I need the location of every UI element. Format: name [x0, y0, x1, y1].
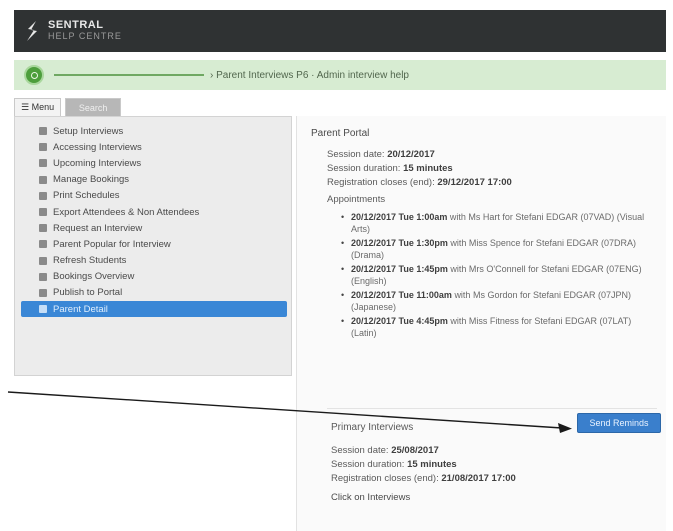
session-card: Session date: 20/12/2017 Session duratio… [327, 148, 657, 341]
page-icon [39, 143, 47, 152]
sidebar-item-label: Bookings Overview [53, 271, 135, 283]
registration-closes: Registration closes (end): 29/12/2017 17… [327, 177, 512, 188]
page-title: Parent Portal [311, 128, 370, 139]
page-icon [39, 224, 47, 233]
appointment-item: 20/12/2017 Tue 1:00am with Ms Hart for S… [341, 211, 657, 235]
app-header: SENTRAL HELP CENTRE [14, 10, 666, 52]
page-icon [39, 240, 47, 249]
brand-subtitle: HELP CENTRE [48, 31, 122, 41]
sidebar-item-label: Print Schedules [53, 190, 120, 202]
registration-closes: Registration closes (end): 21/08/2017 17… [331, 473, 516, 484]
sidebar-item-publish-to-portal[interactable]: Publish to Portal [21, 285, 287, 301]
sidebar-item-export-attendees[interactable]: Export Attendees & Non Attendees [21, 204, 287, 220]
breadcrumb: › Parent Interviews P6 · Admin interview… [14, 60, 666, 90]
page-icon [39, 272, 47, 281]
sidebar-item-label: Parent Popular for Interview [53, 238, 171, 250]
brand: SENTRAL HELP CENTRE [48, 20, 122, 42]
sidebar-item-manage-bookings[interactable]: Manage Bookings [21, 172, 287, 188]
click-on-interviews-title: Click on Interviews [331, 492, 411, 503]
home-icon[interactable] [24, 65, 44, 85]
appointments-heading: Appointments [327, 194, 386, 205]
sidebar-item-label: Manage Bookings [53, 174, 130, 186]
divider [327, 408, 657, 409]
breadcrumb-current: › Parent Interviews P6 · Admin interview… [210, 69, 409, 81]
primary-session-card: Session date: 25/08/2017 Session duratio… [331, 444, 516, 486]
sidebar-item-bookings-overview[interactable]: Bookings Overview [21, 269, 287, 285]
sidebar-item-label: Export Attendees & Non Attendees [53, 206, 200, 218]
sidebar-item-label: Parent Detail [53, 303, 108, 315]
session-duration: Session duration: 15 minutes [327, 163, 453, 174]
sidebar-item-parent-popular[interactable]: Parent Popular for Interview [21, 236, 287, 252]
sidebar-item-label: Request an Interview [53, 222, 143, 234]
sidebar-item-parent-detail[interactable]: Parent Detail [21, 301, 287, 318]
sidebar-item-label: Accessing Interviews [53, 141, 142, 153]
send-reminders-button[interactable]: Send Reminds [577, 413, 661, 433]
tab-menu[interactable]: ☰ Menu [14, 98, 62, 116]
appointment-item: 20/12/2017 Tue 4:45pm with Miss Fitness … [341, 315, 657, 339]
main-content: Parent Portal Session date: 20/12/2017 S… [296, 116, 666, 531]
primary-interviews-title: Primary Interviews [331, 422, 414, 433]
sidebar-item-print-schedules[interactable]: Print Schedules [21, 188, 287, 204]
gear-icon [39, 127, 47, 136]
page-icon [39, 208, 47, 217]
session-date: Session date: 25/08/2017 [331, 445, 439, 456]
sentral-logo-icon [27, 21, 37, 41]
page-icon [39, 256, 47, 265]
session-duration: Session duration: 15 minutes [331, 459, 457, 470]
appointment-item: 20/12/2017 Tue 11:00am with Ms Gordon fo… [341, 289, 657, 313]
appointment-item: 20/12/2017 Tue 1:45pm with Mrs O'Connell… [341, 263, 657, 287]
page-icon [39, 175, 47, 184]
sidebar-item-label: Setup Interviews [53, 125, 124, 137]
appointments-list: 20/12/2017 Tue 1:00am with Ms Hart for S… [327, 211, 657, 339]
sidebar-item-accessing-interviews[interactable]: Accessing Interviews [21, 139, 287, 155]
sidebar-item-label: Refresh Students [53, 255, 127, 267]
page-icon [39, 305, 47, 314]
sidebar-item-upcoming-interviews[interactable]: Upcoming Interviews [21, 155, 287, 171]
sidebar-menu: Setup Interviews Accessing Interviews Up… [14, 116, 292, 376]
brand-name: SENTRAL [48, 19, 104, 31]
appointment-item: 20/12/2017 Tue 1:30pm with Miss Spence f… [341, 237, 657, 261]
sidebar-item-refresh-students[interactable]: Refresh Students [21, 253, 287, 269]
tab-search[interactable]: Search [65, 98, 122, 116]
sidebar-item-request-interview[interactable]: Request an Interview [21, 220, 287, 236]
page-icon [39, 191, 47, 200]
sidebar-item-setup-interviews[interactable]: Setup Interviews [21, 123, 287, 139]
page-icon [39, 288, 47, 297]
sidebar-item-label: Publish to Portal [53, 287, 123, 299]
breadcrumb-link[interactable] [54, 74, 204, 76]
sidebar-tabs: ☰ Menu Search [14, 98, 122, 116]
sidebar-item-label: Upcoming Interviews [53, 157, 142, 169]
page-icon [39, 159, 47, 168]
session-date: Session date: 20/12/2017 [327, 149, 435, 160]
